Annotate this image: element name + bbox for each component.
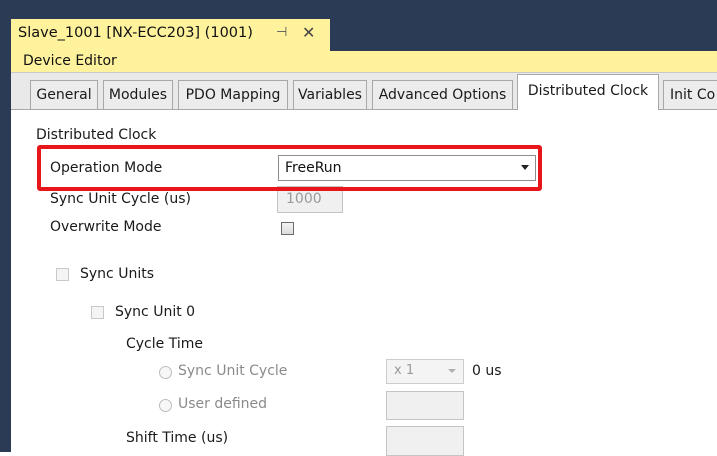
user-defined-option-label: User defined bbox=[178, 396, 268, 412]
left-rail bbox=[0, 19, 11, 452]
cycle-multiplier-select: x 1 bbox=[386, 359, 464, 384]
tab-general[interactable]: General bbox=[30, 80, 98, 109]
document-tab-title: Slave_1001 [NX-ECC203] (1001) bbox=[18, 25, 253, 41]
sync-unit-0-label: Sync Unit 0 bbox=[115, 304, 196, 320]
editor-header: Device Editor bbox=[11, 51, 717, 73]
tab-pdo-mapping[interactable]: PDO Mapping bbox=[178, 80, 288, 109]
sync-units-label: Sync Units bbox=[80, 266, 154, 282]
pin-icon[interactable]: ⊣ bbox=[276, 25, 287, 40]
sync-unit-cycle-option-label: Sync Unit Cycle bbox=[178, 363, 288, 379]
user-defined-cycle-field bbox=[386, 391, 464, 420]
tab-modules[interactable]: Modules bbox=[103, 80, 173, 109]
chevron-down-icon bbox=[448, 369, 456, 373]
close-icon[interactable]: ✕ bbox=[302, 23, 315, 42]
chevron-down-icon bbox=[521, 165, 529, 170]
cycle-multiplier-value: x 1 bbox=[394, 363, 415, 378]
sync-unit-cycle-field: 1000 bbox=[277, 186, 343, 213]
user-defined-radio bbox=[159, 399, 172, 412]
sync-unit-cycle-label: Sync Unit Cycle (us) bbox=[50, 191, 191, 207]
editor-tabs: General Modules PDO Mapping Variables Ad… bbox=[11, 73, 717, 110]
tab-distributed-clock[interactable]: Distributed Clock bbox=[517, 74, 659, 110]
tab-strip-empty-area bbox=[330, 19, 717, 51]
overwrite-mode-checkbox[interactable] bbox=[281, 222, 294, 235]
tab-advanced-options[interactable]: Advanced Options bbox=[372, 80, 513, 109]
sync-unit-cycle-radio bbox=[159, 366, 172, 379]
overwrite-mode-label: Overwrite Mode bbox=[50, 219, 162, 235]
operation-mode-select[interactable]: FreeRun bbox=[278, 155, 536, 181]
shift-time-label: Shift Time (us) bbox=[126, 430, 229, 446]
operation-mode-value: FreeRun bbox=[285, 160, 342, 176]
document-tab[interactable]: Slave_1001 [NX-ECC203] (1001) ⊣ ✕ bbox=[11, 19, 330, 51]
operation-mode-label: Operation Mode bbox=[50, 160, 163, 176]
cycle-time-result: 0 us bbox=[472, 363, 502, 379]
section-title: Distributed Clock bbox=[36, 127, 157, 143]
editor-header-title: Device Editor bbox=[23, 53, 117, 69]
cycle-time-label: Cycle Time bbox=[126, 336, 203, 352]
distributed-clock-panel: Distributed Clock Operation Mode FreeRun… bbox=[11, 110, 717, 456]
tab-variables[interactable]: Variables bbox=[293, 80, 367, 109]
sync-unit-0-checkbox bbox=[91, 306, 104, 319]
sync-units-checkbox bbox=[56, 268, 69, 281]
tab-init-commands[interactable]: Init Co bbox=[663, 80, 717, 109]
title-bar-background bbox=[0, 0, 717, 19]
